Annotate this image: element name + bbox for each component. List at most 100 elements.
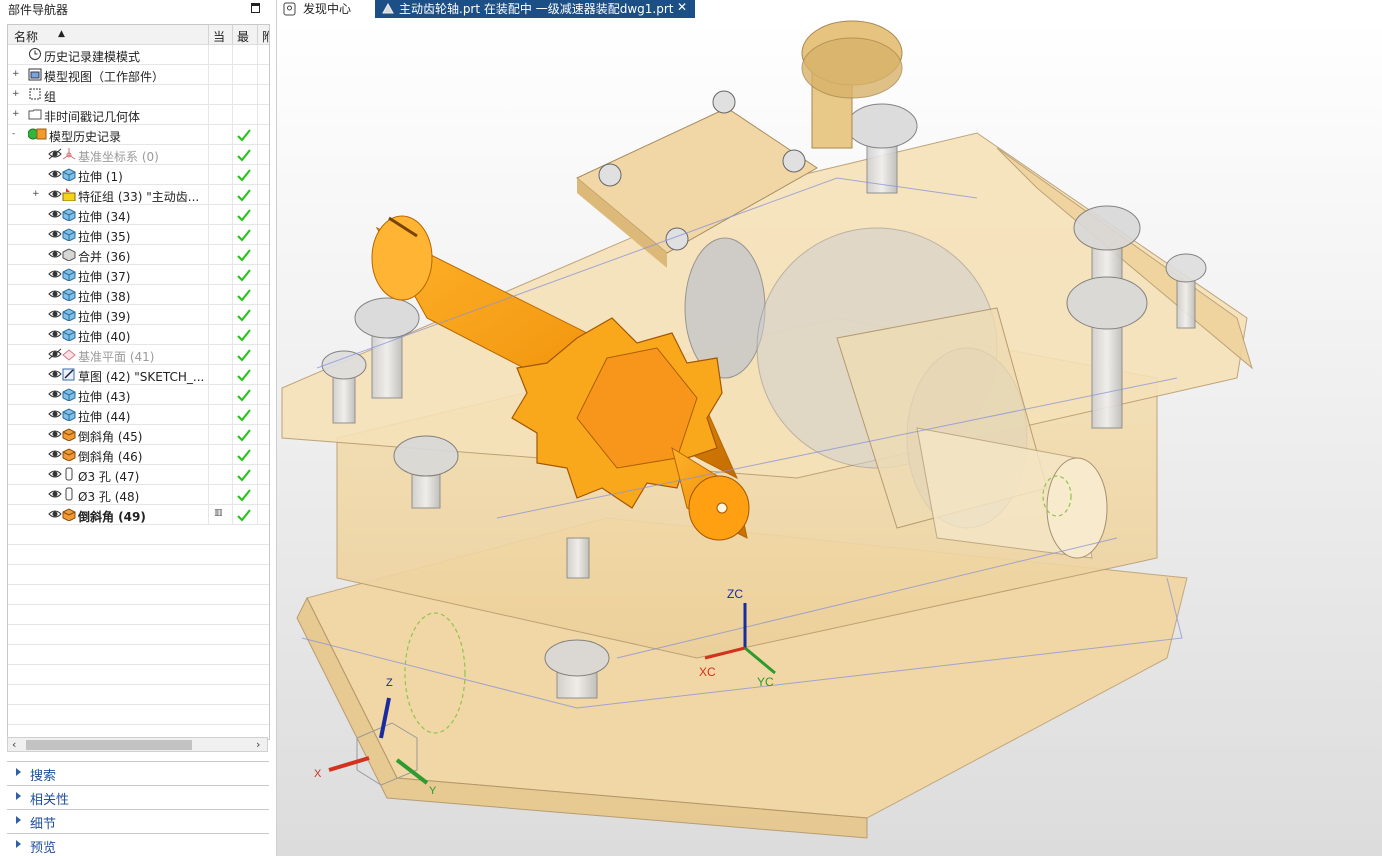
up-to-date-check-icon: [236, 187, 252, 206]
tab-discovery-center[interactable]: 发现中心: [281, 0, 371, 18]
visibility-icon[interactable]: [48, 407, 62, 421]
group-icon: [29, 88, 41, 100]
datum-csys-icon: [62, 148, 76, 160]
tree-row[interactable]: 拉伸 (38): [8, 285, 269, 305]
document-tabs: 发现中心 主动齿轮轴.prt 在装配中 一级减速器装配dwg1.prt ✕: [277, 0, 1382, 18]
tree-row[interactable]: 拉伸 (37): [8, 265, 269, 285]
tree-row[interactable]: + 模型视图（工作部件）: [8, 65, 269, 85]
tree-row-label: 拉伸 (43): [78, 390, 131, 404]
expand-toggle-icon[interactable]: +: [12, 90, 20, 99]
part-navigator: 部件导航器 名称 ▲ 当 最 附 历史记录建模模式+模型视图（工作部件）+组+非…: [0, 0, 277, 856]
tree-empty-row: [8, 705, 269, 725]
tree-row-label: 非时间戳记几何体: [44, 110, 141, 124]
axis-label-zc: ZC: [727, 587, 743, 601]
maximize-icon[interactable]: [251, 3, 260, 13]
tree-row[interactable]: 倒斜角 (46): [8, 445, 269, 465]
chamfer-icon: [62, 428, 76, 441]
tree-row[interactable]: 合并 (36): [8, 245, 269, 265]
tree-row[interactable]: 倒斜角 (49) ▥: [8, 505, 269, 525]
tree-row[interactable]: + 组: [8, 85, 269, 105]
up-to-date-check-icon: [236, 427, 252, 446]
expand-icon: [16, 816, 21, 824]
visibility-icon[interactable]: [48, 327, 62, 341]
tree-row[interactable]: 拉伸 (40): [8, 325, 269, 345]
up-to-date-check-icon: [236, 327, 252, 346]
visibility-icon[interactable]: [48, 447, 62, 461]
close-icon[interactable]: ✕: [677, 0, 687, 14]
visibility-icon[interactable]: [48, 287, 62, 301]
visibility-icon[interactable]: [48, 167, 62, 181]
tree-row[interactable]: Ø3 孔 (48): [8, 485, 269, 505]
column-current[interactable]: 当: [213, 28, 225, 45]
scroll-thumb[interactable]: [26, 740, 192, 750]
tree-row[interactable]: 基准坐标系 (0): [8, 145, 269, 165]
model-view-icon: [28, 68, 42, 81]
column-latest[interactable]: 最: [237, 28, 249, 45]
visibility-icon[interactable]: [48, 387, 62, 401]
datum-plane-icon: [62, 349, 76, 361]
visibility-icon[interactable]: [48, 347, 62, 361]
panel-preview-label: 预览: [30, 841, 57, 856]
expand-toggle-icon[interactable]: -: [12, 130, 19, 139]
panel-preview[interactable]: 预览: [7, 833, 269, 856]
scroll-right-icon[interactable]: ›: [256, 738, 260, 751]
column-name[interactable]: 名称: [14, 28, 38, 45]
up-to-date-check-icon: [236, 347, 252, 366]
tree-row-label: 模型视图（工作部件）: [44, 70, 165, 84]
tree-row[interactable]: 基准平面 (41): [8, 345, 269, 365]
axis-label-y: Y: [429, 785, 437, 797]
extrude-icon: [62, 288, 76, 301]
visibility-icon[interactable]: [48, 187, 62, 201]
column-attached[interactable]: 附: [262, 28, 269, 45]
panel-dependencies-label: 相关性: [30, 793, 70, 808]
chamfer-icon: [62, 448, 76, 461]
extrude-icon: [62, 328, 76, 341]
visibility-icon[interactable]: [48, 307, 62, 321]
expand-toggle-icon[interactable]: +: [32, 190, 40, 199]
panel-details[interactable]: 细节: [7, 809, 269, 832]
part-icon: [382, 2, 394, 14]
tree-row[interactable]: + 特征组 (33) "主动齿...: [8, 185, 269, 205]
navigator-tree[interactable]: 名称 ▲ 当 最 附 历史记录建模模式+模型视图（工作部件）+组+非时间戳记几何…: [7, 24, 270, 740]
expand-toggle-icon[interactable]: +: [12, 110, 20, 119]
tree-row[interactable]: 历史记录建模模式: [8, 45, 269, 65]
graphics-viewport[interactable]: ZC XC YC Z X Y: [277, 18, 1382, 856]
tree-empty-row: [8, 605, 269, 625]
visibility-icon[interactable]: [48, 367, 62, 381]
up-to-date-check-icon: [236, 147, 252, 166]
bearing-housing: [684, 237, 766, 379]
panel-search[interactable]: 搜索: [7, 761, 269, 784]
tree-row[interactable]: - 模型历史记录: [8, 125, 269, 145]
visibility-icon[interactable]: [48, 247, 62, 261]
unite-icon: [62, 248, 76, 261]
tree-row-label: 拉伸 (39): [78, 310, 131, 324]
tree-row[interactable]: 拉伸 (43): [8, 385, 269, 405]
tree-row[interactable]: 拉伸 (44): [8, 405, 269, 425]
panel-dependencies[interactable]: 相关性: [7, 785, 269, 808]
tree-row[interactable]: 拉伸 (39): [8, 305, 269, 325]
tree-row[interactable]: 草图 (42) "SKETCH_...: [8, 365, 269, 385]
visibility-icon[interactable]: [48, 207, 62, 221]
horizontal-scrollbar[interactable]: ‹ ›: [7, 737, 268, 752]
visibility-icon[interactable]: [48, 227, 62, 241]
scroll-left-icon[interactable]: ‹: [12, 738, 16, 751]
tree-row-label: 倒斜角 (46): [78, 450, 143, 464]
visibility-icon[interactable]: [48, 147, 62, 161]
up-to-date-check-icon: [236, 227, 252, 246]
tree-row[interactable]: Ø3 孔 (47): [8, 465, 269, 485]
up-to-date-check-icon: [236, 447, 252, 466]
visibility-icon[interactable]: [48, 427, 62, 441]
sort-ascending-icon[interactable]: ▲: [58, 29, 65, 39]
tree-row[interactable]: 拉伸 (34): [8, 205, 269, 225]
expand-toggle-icon[interactable]: +: [12, 70, 20, 79]
visibility-icon[interactable]: [48, 467, 62, 481]
tree-row-label: 拉伸 (35): [78, 230, 131, 244]
tree-row[interactable]: 拉伸 (1): [8, 165, 269, 185]
tree-row[interactable]: + 非时间戳记几何体: [8, 105, 269, 125]
visibility-icon[interactable]: [48, 487, 62, 501]
visibility-icon[interactable]: [48, 507, 62, 521]
tree-row[interactable]: 拉伸 (35): [8, 225, 269, 245]
tab-active-part[interactable]: 主动齿轮轴.prt 在装配中 一级减速器装配dwg1.prt ✕: [375, 0, 695, 18]
tree-row[interactable]: 倒斜角 (45): [8, 425, 269, 445]
visibility-icon[interactable]: [48, 267, 62, 281]
